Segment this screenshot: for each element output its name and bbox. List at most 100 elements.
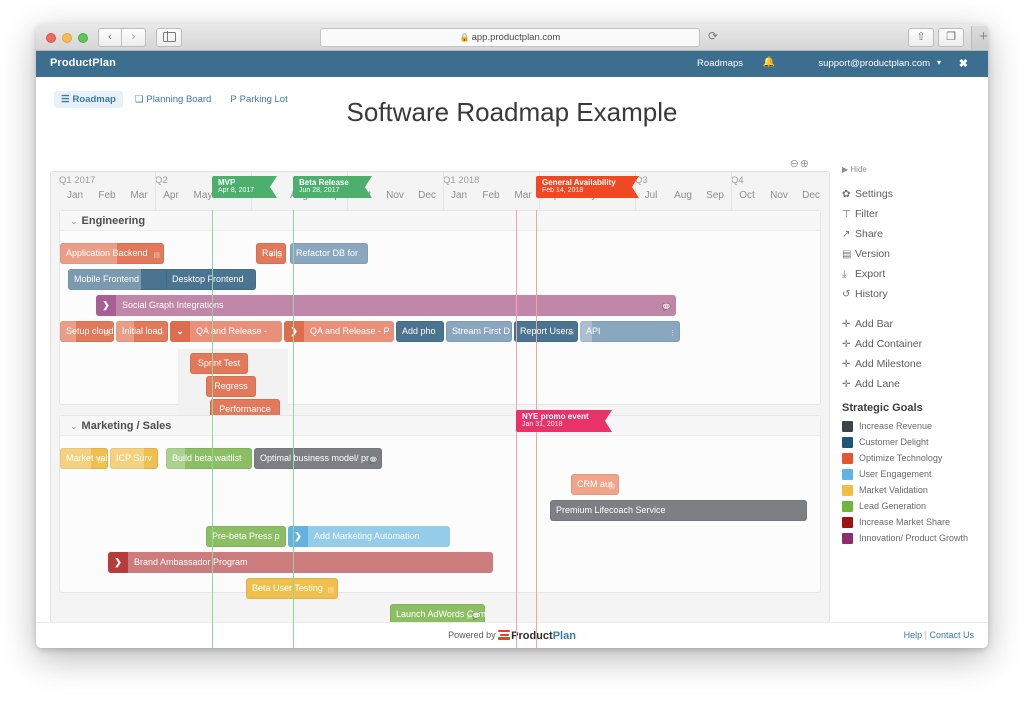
lane-header[interactable]: ⌄Marketing / Sales (60, 416, 820, 436)
roadmap-container[interactable]: ❯Brand Ambassador Program (108, 552, 493, 573)
roadmap-bar[interactable]: Report Users▭ (514, 321, 578, 342)
zoom-controls[interactable]: ⊖⊕ (790, 157, 810, 170)
subbar-label: Regress (214, 381, 248, 391)
tabs-overview-icon[interactable]: ❐ (938, 28, 964, 47)
sidebar-item-add-milestone[interactable]: ✛Add Milestone (842, 358, 982, 370)
nav-user-email[interactable]: support@productplan.com (818, 58, 930, 69)
roadmap-subbar[interactable]: Sprint Test (190, 353, 248, 374)
share-icon: ↗ (842, 229, 855, 240)
contact-link[interactable]: Contact Us (929, 630, 974, 640)
chevron-down-icon[interactable]: ▾ (937, 58, 941, 67)
roadmap-container[interactable]: ❯QA and Release - P (284, 321, 394, 342)
share-icon[interactable]: ⇧ (908, 28, 934, 47)
window-minimize-button[interactable] (62, 33, 72, 43)
milestone[interactable]: General AvailabilityFeb 14, 2018 (536, 176, 632, 198)
roadmap-bar[interactable]: Pre-beta Press p (206, 526, 286, 547)
roadmap-bar[interactable]: Market val▤ (60, 448, 108, 469)
strategic-goal[interactable]: Innovation/ Product Growth (842, 533, 982, 544)
roadmap-bar[interactable]: Mobile Frontend (68, 269, 170, 290)
sidebar-item-share[interactable]: ↗Share (842, 228, 982, 240)
bar-note-icon: ▤ (153, 245, 160, 264)
milestone-flag[interactable]: MVPApr 8, 2017 (212, 176, 270, 198)
milestone-flag[interactable]: General AvailabilityFeb 14, 2018 (536, 176, 632, 198)
back-icon[interactable]: ‹ (98, 28, 122, 47)
zoom-out-icon[interactable]: ⊖ (790, 158, 800, 170)
milestone-date: Jun 28, 2017 (299, 187, 349, 194)
milestone[interactable]: MVPApr 8, 2017 (212, 176, 270, 198)
fullscreen-icon[interactable]: ✖ (959, 57, 968, 70)
roadmap-bar[interactable]: Initial load▭ (116, 321, 168, 342)
roadmap-bar[interactable]: Premium Lifecoach Service (550, 500, 807, 521)
strategic-goal[interactable]: Lead Generation (842, 501, 982, 512)
nav-roadmaps[interactable]: Roadmaps (697, 58, 743, 69)
bar-label: CRM aut (577, 479, 613, 489)
strategic-goal[interactable]: User Engagement (842, 469, 982, 480)
bar-label: Report Users (520, 326, 573, 336)
milestone-name: MVP (218, 178, 235, 187)
window-close-button[interactable] (46, 33, 56, 43)
strategic-goal[interactable]: Market Validation (842, 485, 982, 496)
roadmap-bar[interactable]: Build beta waitlist (166, 448, 252, 469)
help-link[interactable]: Help (904, 630, 923, 640)
sidebar-item-history[interactable]: ↺History (842, 288, 982, 300)
sidebar-toggle-icon[interactable] (156, 28, 182, 47)
sidebar-actions: ✿Settings ⊤Filter ↗Share ▤Version ⤓Export ↺Hi… (842, 188, 982, 300)
roadmap-bar[interactable]: Refactor DB for (290, 243, 368, 264)
reload-icon[interactable]: ⟳ (708, 29, 718, 43)
roadmap-bar[interactable]: API⋮ (580, 321, 680, 342)
notification-bell-icon[interactable]: 🔔 (763, 57, 775, 68)
bar-label: Premium Lifecoach Service (556, 505, 666, 515)
roadmap-bar[interactable]: Add pho (396, 321, 444, 342)
roadmap-bar[interactable]: Beta User Testing▤ (246, 578, 338, 599)
sidebar-item-add-bar[interactable]: ✛Add Bar (842, 318, 982, 330)
roadmap-bar[interactable]: Rails▤● (256, 243, 286, 264)
roadmap-bar[interactable]: Desktop Frontend (166, 269, 256, 290)
chevron-down-icon[interactable]: ⌄ (70, 216, 78, 226)
sidebar-item-filter[interactable]: ⊤Filter (842, 208, 982, 220)
strategic-goal[interactable]: Increase Revenue (842, 421, 982, 432)
milestone[interactable]: NYE promo eventJan 31, 2018 (516, 410, 605, 432)
roadmap-container[interactable]: ❯Social Graph Integrations💬 (96, 295, 676, 316)
chevron-down-icon[interactable]: ⌄ (70, 421, 78, 431)
address-bar[interactable]: 🔒app.productplan.com (320, 28, 700, 47)
roadmap-container[interactable]: ❯Add Marketing Automation (288, 526, 450, 547)
container-toggle-icon[interactable]: ❯ (288, 526, 308, 547)
roadmap-bar[interactable]: Application Backend ▤ (60, 243, 164, 264)
month-label: Dec (779, 190, 843, 201)
roadmap-bar[interactable]: ICP Surv (110, 448, 158, 469)
sidebar-item-version[interactable]: ▤Version (842, 248, 982, 260)
sidebar-item-export[interactable]: ⤓Export (842, 268, 982, 280)
lock-icon: 🔒 (460, 33, 470, 42)
strategic-goal[interactable]: Customer Delight (842, 437, 982, 448)
container-toggle-icon[interactable]: ⌄ (170, 321, 190, 342)
milestone-flag[interactable]: Beta ReleaseJun 28, 2017 (293, 176, 365, 198)
roadmap-bar[interactable]: Setup cloud▤ (60, 321, 114, 342)
bar-label: Application Backend (66, 248, 148, 258)
forward-icon[interactable]: › (122, 28, 146, 47)
roadmap-bar[interactable]: Optimal business model/ pr💬 (254, 448, 382, 469)
roadmap-bar[interactable]: Stream First D (446, 321, 512, 342)
roadmap-container[interactable]: ⌄QA and Release - (170, 321, 282, 342)
strategic-goal[interactable]: Increase Market Share (842, 517, 982, 528)
new-tab-button[interactable]: + (971, 26, 988, 49)
goal-label: User Engagement (859, 469, 932, 479)
container-toggle-icon[interactable]: ❯ (96, 295, 116, 316)
milestone-flag[interactable]: NYE promo eventJan 31, 2018 (516, 410, 605, 432)
sidebar-item-settings[interactable]: ✿Settings (842, 188, 982, 200)
lane-header[interactable]: ⌄ Engineering (60, 211, 820, 231)
sidebar-item-label: Share (855, 228, 883, 240)
roadmap-bar[interactable]: CRM aut▤ (571, 474, 619, 495)
container-toggle-icon[interactable]: ❯ (108, 552, 128, 573)
roadmap-subbar[interactable]: Regress (206, 376, 256, 397)
window-maximize-button[interactable] (78, 33, 88, 43)
milestone[interactable]: Beta ReleaseJun 28, 2017 (293, 176, 365, 198)
sidebar-item-add-container[interactable]: ✛Add Container (842, 338, 982, 350)
lane-title: Engineering (82, 215, 146, 227)
strategic-goal[interactable]: Optimize Technology (842, 453, 982, 464)
sidebar-item-add-lane[interactable]: ✛Add Lane (842, 378, 982, 390)
goal-color-swatch (842, 421, 853, 432)
container-toggle-icon[interactable]: ❯ (284, 321, 304, 342)
zoom-in-icon[interactable]: ⊕ (800, 158, 810, 170)
sidebar-hide-button[interactable]: ▶ Hide (842, 165, 982, 174)
app-brand[interactable]: ProductPlan (50, 57, 116, 69)
